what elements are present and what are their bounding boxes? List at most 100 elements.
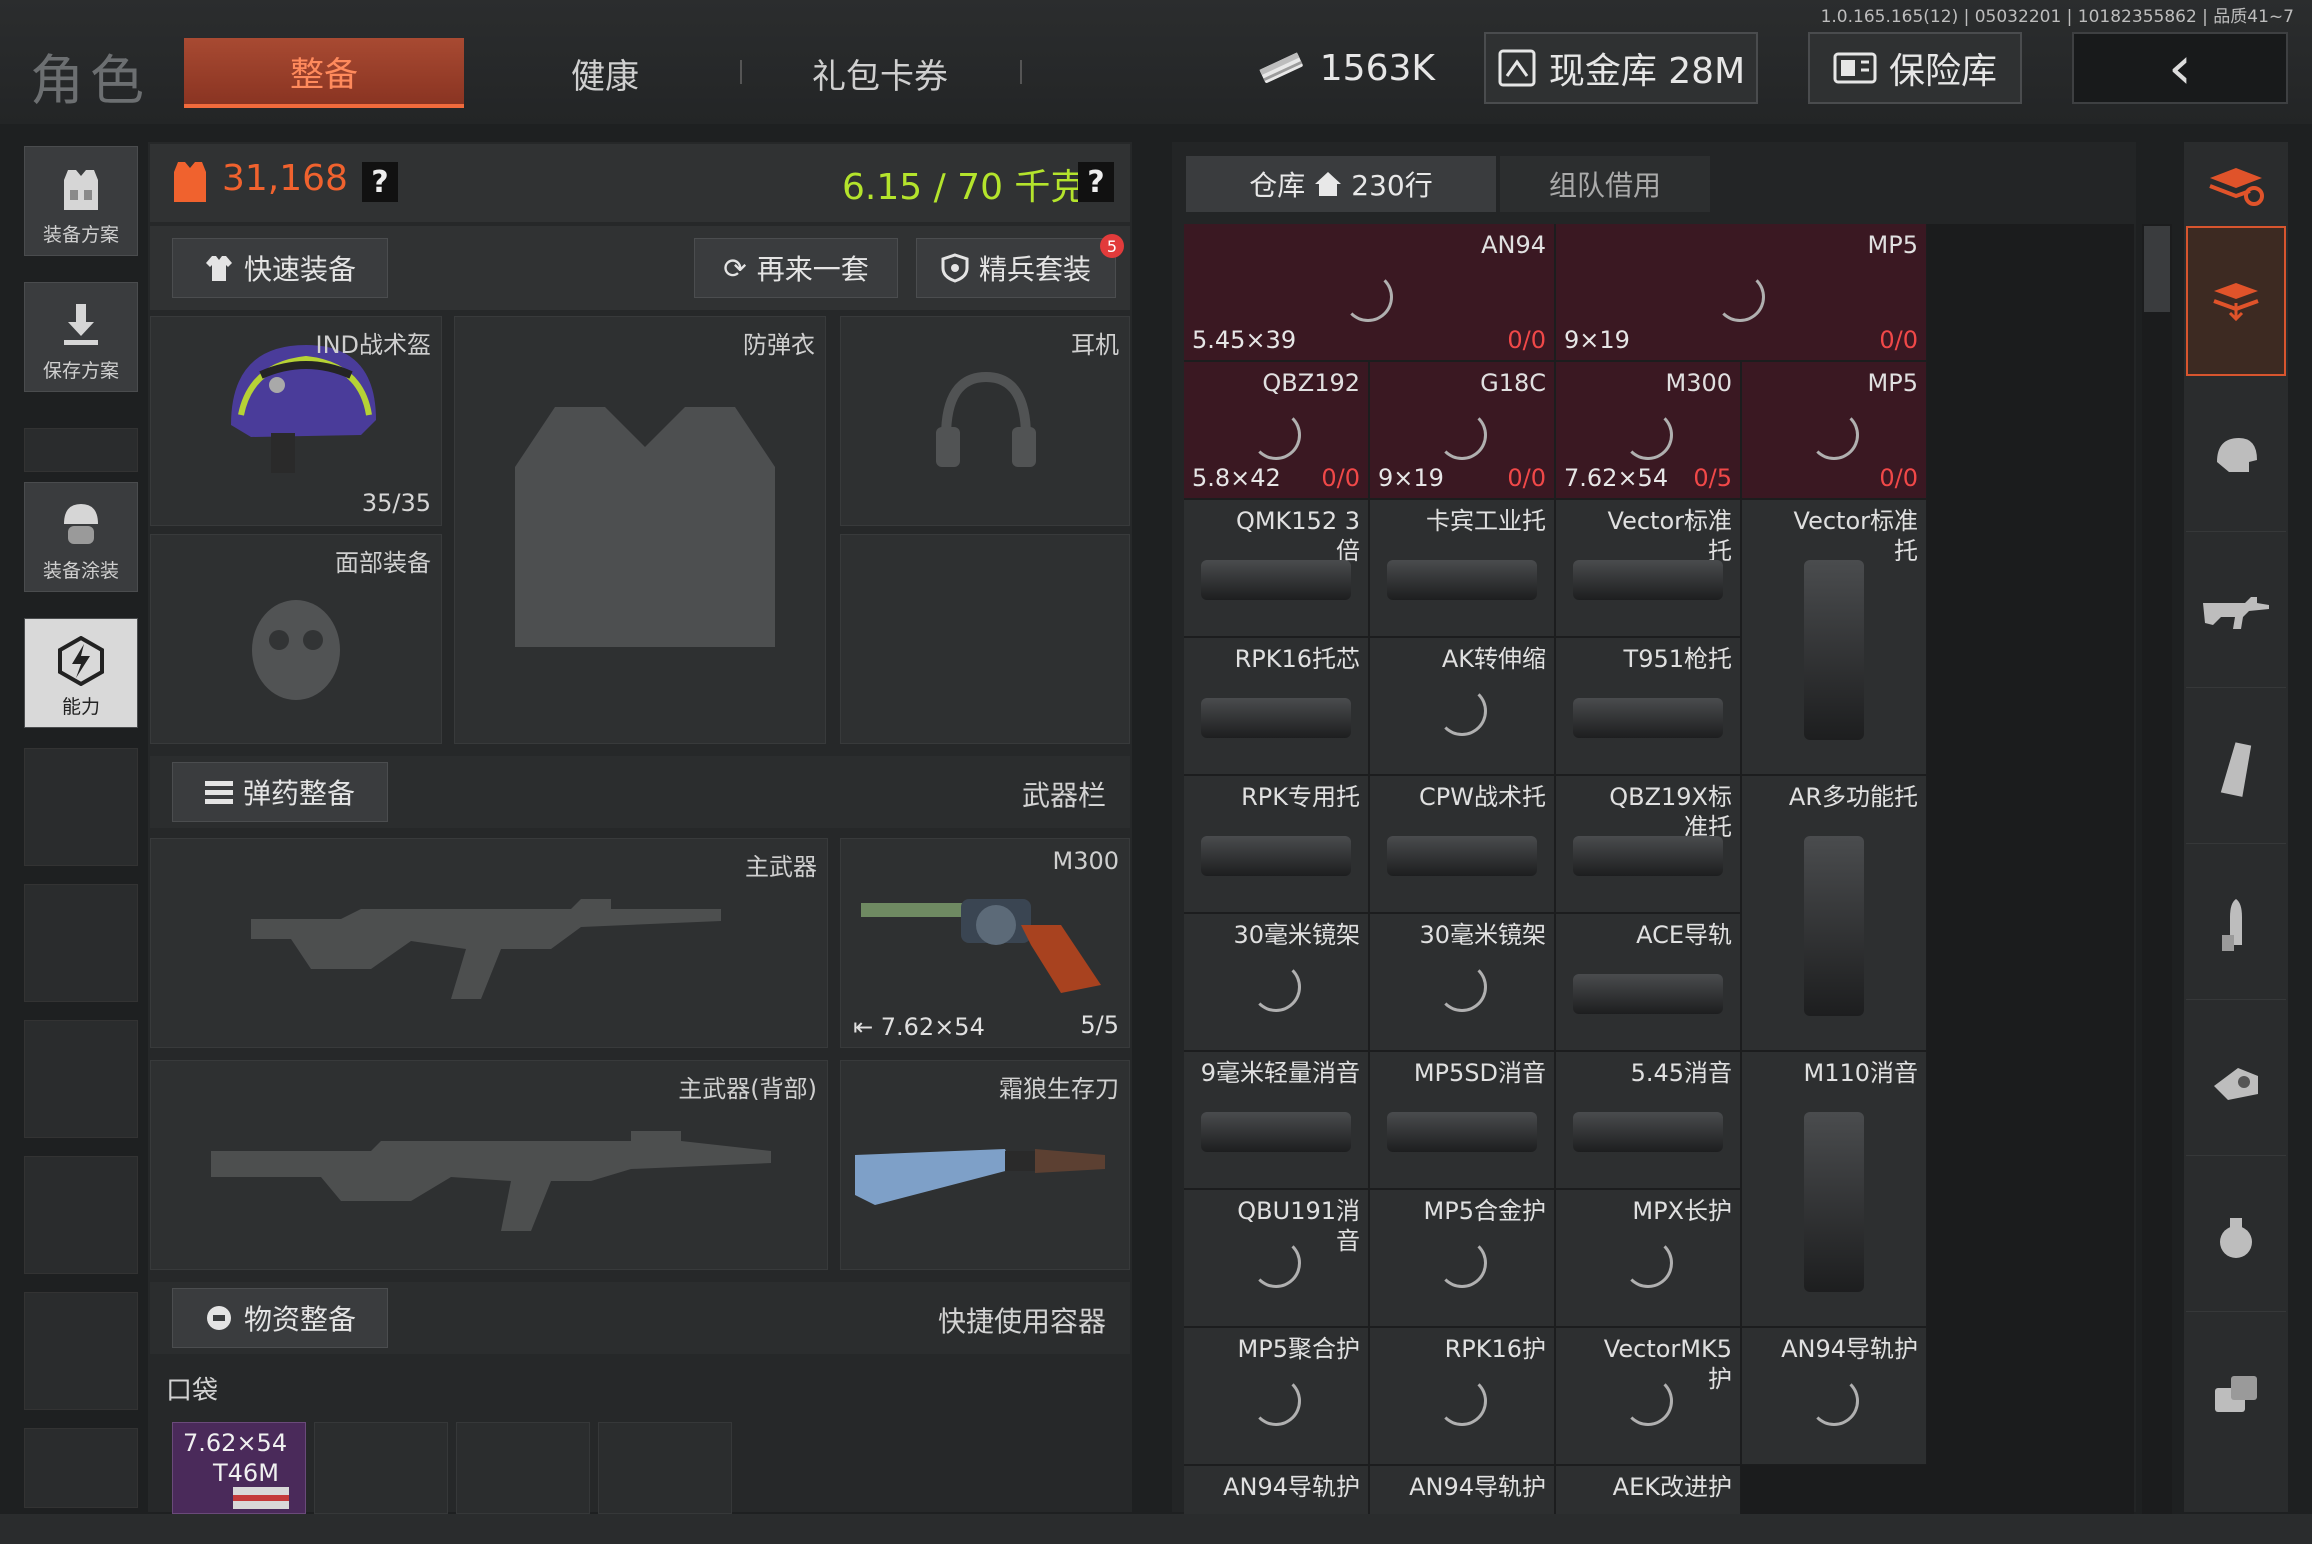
ability-button[interactable]: 能力 <box>24 618 138 728</box>
pocket-slot-3[interactable] <box>456 1422 590 1514</box>
inventory-cell[interactable]: QBU191消音 <box>1184 1189 1369 1327</box>
item-name: 卡宾工业托 <box>1426 507 1546 535</box>
scope-icon <box>2214 1067 2258 1100</box>
pocket-slot-2[interactable] <box>314 1422 448 1514</box>
inventory-cell[interactable]: MP5SD消音 <box>1369 1051 1555 1189</box>
scrollbar-thumb[interactable] <box>2144 226 2170 312</box>
item-image <box>1387 1112 1537 1152</box>
inventory-cell[interactable]: 9毫米轻量消音 <box>1184 1051 1369 1189</box>
inventory-cell[interactable]: AR多功能托 <box>1741 775 1927 1051</box>
pocket-slot-1[interactable]: 7.62×54 T46M <box>172 1422 306 1514</box>
inventory-cell[interactable]: VectorMK5护 <box>1555 1327 1741 1465</box>
sidearm-ammo-type: 7.62×54 <box>880 1013 985 1041</box>
inventory-cell[interactable]: AN94导轨护 <box>1741 1327 1927 1465</box>
inventory-cell[interactable]: RPK专用托 <box>1184 775 1369 913</box>
category-all[interactable] <box>2186 226 2286 376</box>
helmet-slot[interactable]: IND战术盔 35/35 <box>150 316 442 526</box>
inventory-cell[interactable]: T951枪托 <box>1555 637 1741 775</box>
inventory-cell[interactable]: CPW战术托 <box>1369 775 1555 913</box>
inventory-cell[interactable]: QBZ192 5.8×42 0/0 <box>1184 361 1369 499</box>
inventory-cell[interactable]: MPX长护 <box>1555 1189 1741 1327</box>
inventory-cell[interactable]: QBZ19X标准托 <box>1555 775 1741 913</box>
melee-slot[interactable]: 霜狼生存刀 <box>840 1060 1130 1270</box>
loadout-plan-button[interactable]: 装备方案 <box>24 146 138 256</box>
inventory-scrollbar[interactable] <box>2142 224 2172 1514</box>
safe-box-button[interactable]: 保险库 <box>1808 32 2022 104</box>
inventory-cell[interactable]: AN94导轨护 <box>1184 1465 1369 1514</box>
inventory-cell[interactable]: AN94 5.45×39 0/0 <box>1184 224 1555 361</box>
ammo-prep-button[interactable]: 弹药整备 <box>172 762 388 822</box>
ammo-prep-label: 弹药整备 <box>242 777 355 810</box>
shirt-icon <box>205 256 232 281</box>
item-ammo-count: 0/0 <box>1507 326 1546 354</box>
inventory-cell[interactable]: 30毫米镜架 <box>1184 913 1369 1051</box>
revolver-icon <box>861 899 1101 993</box>
inventory-cell[interactable]: Vector标准托 <box>1741 499 1927 775</box>
weight-help-icon[interactable]: ? <box>1078 162 1114 202</box>
safe-icon <box>1833 52 1877 84</box>
face-gear-slot[interactable]: 面部装备 <box>150 534 442 744</box>
inventory-cell[interactable]: G18C 9×19 0/0 <box>1369 361 1555 499</box>
tab-team-borrow[interactable]: 组队借用 <box>1500 156 1710 212</box>
ammo-list-icon <box>204 781 233 804</box>
quick-equip-button[interactable]: 快速装备 <box>172 238 388 298</box>
again-set-button[interactable]: ⟳ 再来一套 <box>694 238 898 298</box>
tab-equip[interactable]: 整备 <box>184 38 464 108</box>
inventory-cell[interactable]: Vector标准托 <box>1555 499 1741 637</box>
inventory-cell[interactable]: RPK16护 <box>1369 1327 1555 1465</box>
warehouse-rows: 230行 <box>1351 169 1433 202</box>
sidebar-slot-empty <box>24 748 138 866</box>
supply-icon <box>206 1306 231 1330</box>
armor-help-icon[interactable]: ? <box>362 162 398 202</box>
category-attachments[interactable] <box>2186 1006 2286 1156</box>
bullet-icon <box>2222 898 2242 951</box>
tab-gift-coupons[interactable]: 礼包卡券 <box>760 38 1000 108</box>
tab-warehouse[interactable]: 仓库 230行 <box>1186 156 1496 212</box>
safe-box-label: 保险库 <box>1888 51 1997 92</box>
cash-stash-button[interactable]: 现金库 28M <box>1484 32 1758 104</box>
inventory-cell[interactable]: AK转伸缩 <box>1369 637 1555 775</box>
inventory-cell[interactable]: MP5 0/0 <box>1741 361 1927 499</box>
primary-back-slot[interactable]: 主武器(背部) <box>150 1060 828 1270</box>
category-supplies[interactable] <box>2186 1318 2286 1468</box>
sidebar-label: 保存方案 <box>42 360 119 382</box>
inventory-cell[interactable]: 卡宾工业托 <box>1369 499 1555 637</box>
back-button[interactable]: ‹ <box>2072 32 2288 104</box>
inventory-cell[interactable]: ACE导轨 <box>1555 913 1741 1051</box>
save-plan-button[interactable]: 保存方案 <box>24 282 138 392</box>
inventory-cell[interactable]: RPK16托芯 <box>1184 637 1369 775</box>
category-ammo[interactable] <box>2186 850 2286 1000</box>
primary-weapon-slot[interactable]: 主武器 <box>150 838 828 1048</box>
money-display[interactable]: 1563K <box>1255 32 1435 104</box>
tab-health[interactable]: 健康 <box>500 38 710 108</box>
inventory-cell[interactable]: M300 7.62×54 0/5 <box>1555 361 1741 499</box>
item-image <box>1573 1112 1723 1152</box>
headset-slot[interactable]: 耳机 <box>840 316 1130 526</box>
item-name: Vector标准托 <box>1607 507 1732 565</box>
inventory-cell[interactable]: MP5 9×19 0/0 <box>1555 224 1927 361</box>
pocket-slot-4[interactable] <box>598 1422 732 1514</box>
sort-button[interactable] <box>2186 146 2286 226</box>
elite-kit-button[interactable]: 精兵套装 <box>916 238 1116 298</box>
body-armor-slot[interactable]: 防弹衣 <box>454 316 826 744</box>
inventory-cell[interactable]: AEK改进护 <box>1555 1465 1741 1514</box>
category-magazines[interactable] <box>2186 694 2286 844</box>
sidearm-slot[interactable]: M300 ⇤ 7.62×54 5/5 <box>840 838 1130 1048</box>
inventory-cell[interactable]: QMK152 3倍 <box>1184 499 1369 637</box>
equipment-skin-button[interactable]: 装备涂装 <box>24 482 138 592</box>
weight-value: 6.15 / 70 千克 <box>842 167 1087 208</box>
inventory-cell[interactable]: 5.45消音 <box>1555 1051 1741 1189</box>
inventory-cell[interactable]: AN94导轨护 <box>1369 1465 1555 1514</box>
again-set-label: 再来一套 <box>756 253 869 286</box>
inventory-cell[interactable]: MP5聚合护 <box>1184 1327 1369 1465</box>
item-name: Vector标准托 <box>1793 507 1918 565</box>
item-image <box>1387 560 1537 600</box>
supply-prep-button[interactable]: 物资整备 <box>172 1288 388 1348</box>
inventory-cell[interactable]: M110消音 <box>1741 1051 1927 1327</box>
inventory-cell[interactable]: MP5合金护 <box>1369 1189 1555 1327</box>
item-name: MP5聚合护 <box>1237 1335 1360 1363</box>
category-throwables[interactable] <box>2186 1162 2286 1312</box>
category-weapons[interactable] <box>2186 538 2286 688</box>
category-armor[interactable] <box>2186 382 2286 532</box>
inventory-cell[interactable]: 30毫米镜架 <box>1369 913 1555 1051</box>
